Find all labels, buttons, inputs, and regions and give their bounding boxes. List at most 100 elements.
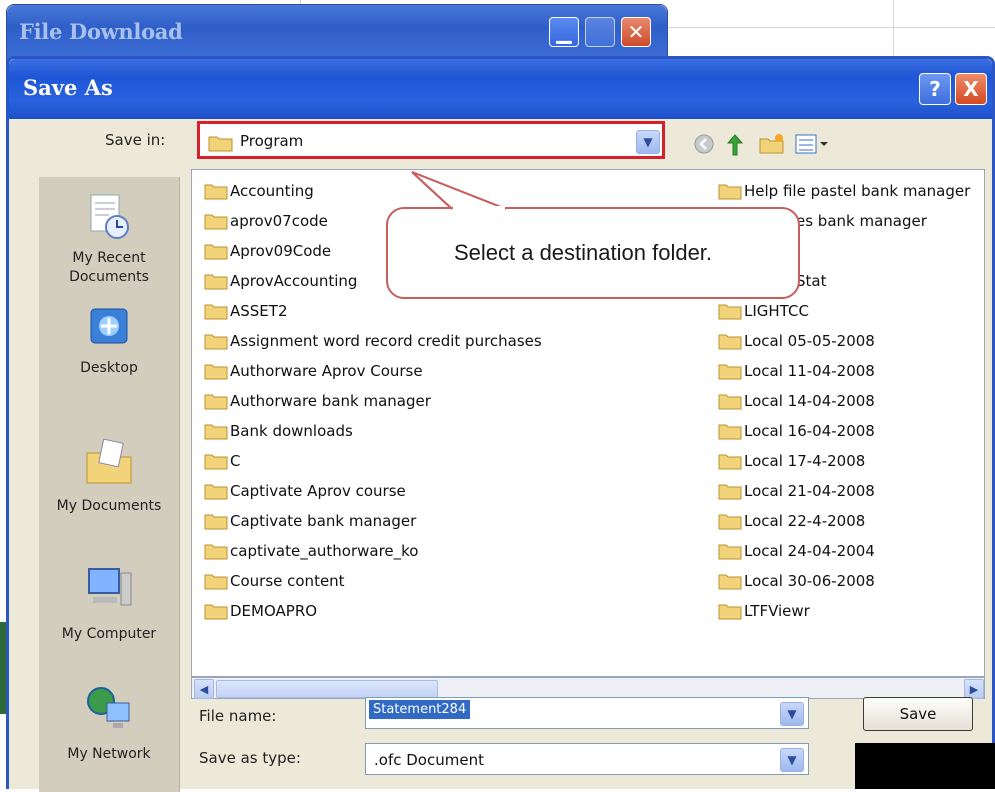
folder-icon <box>718 514 742 530</box>
folder-item[interactable]: Aprov09Code <box>204 237 331 265</box>
new-folder-icon[interactable] <box>759 133 785 155</box>
grid-line <box>893 0 894 56</box>
chevron-down-icon[interactable]: ▼ <box>636 130 660 154</box>
horizontal-scrollbar[interactable]: ◀ ▶ <box>191 677 985 699</box>
folder-icon <box>204 484 228 500</box>
folder-name: Bank downloads <box>230 422 353 440</box>
my-computer-icon <box>88 568 132 606</box>
folder-item[interactable]: LIGHTCC <box>718 297 809 325</box>
folder-item[interactable]: Assignment word record credit purchases <box>204 327 542 355</box>
folder-item[interactable]: es bank manager <box>796 207 927 235</box>
scroll-thumb[interactable] <box>216 680 438 698</box>
folder-item[interactable]: Local 22-4-2008 <box>718 507 865 535</box>
folder-name: Course content <box>230 572 345 590</box>
folder-item[interactable]: Captivate bank manager <box>204 507 416 535</box>
folder-icon <box>718 604 742 620</box>
up-folder-icon[interactable] <box>723 133 747 157</box>
back-icon[interactable] <box>693 133 715 155</box>
folder-item[interactable]: AprovAccounting <box>204 267 357 295</box>
folder-icon <box>718 364 742 380</box>
folder-name: DEMOAPRO <box>230 602 318 620</box>
folder-icon <box>718 574 742 590</box>
maximize-button[interactable] <box>585 17 615 47</box>
folder-item[interactable]: DEMOAPRO <box>204 597 317 625</box>
my-network-icon <box>87 687 130 728</box>
folder-item[interactable]: aprov07code <box>204 207 328 235</box>
folder-item[interactable]: ASSET2 <box>204 297 288 325</box>
folder-name: aprov07code <box>230 212 328 230</box>
save-as-type-value: .ofc Document <box>374 751 484 769</box>
folder-name: Assignment word record credit purchases <box>230 332 542 350</box>
folder-item[interactable]: Local 24-04-2004 <box>718 537 875 565</box>
minimize-icon: ▁ <box>556 20 572 44</box>
folder-item[interactable]: Authorware Aprov Course <box>204 357 423 385</box>
save-button-label: Save <box>899 705 937 723</box>
file-name-field[interactable]: Statement284 ▼ <box>365 697 809 729</box>
save-as-dialog: Save As ? X Save in: Program ▼ My Recent… <box>6 56 995 792</box>
folder-icon <box>208 136 233 152</box>
folder-name: C <box>230 452 241 470</box>
chevron-down-icon[interactable]: ▼ <box>780 748 804 772</box>
folder-item[interactable]: Local 16-04-2008 <box>718 417 875 445</box>
folder-name: LTFViewr <box>744 602 810 620</box>
folder-item[interactable]: Help file pastel bank manager <box>718 177 970 205</box>
grid-line <box>666 27 995 28</box>
save-in-label: Save in: <box>105 131 166 149</box>
folder-item[interactable]: Local 14-04-2008 <box>718 387 875 415</box>
views-menu-icon[interactable] <box>795 133 829 155</box>
folder-item[interactable]: LTFViewr <box>718 597 810 625</box>
folder-icon <box>204 574 228 590</box>
folder-item[interactable]: Authorware bank manager <box>204 387 431 415</box>
folder-icon <box>718 424 742 440</box>
folder-name: Authorware bank manager <box>230 392 431 410</box>
place-my-documents[interactable]: My Documents <box>39 435 179 516</box>
folder-item[interactable]: Local 17-4-2008 <box>718 447 865 475</box>
folder-name: Local 14-04-2008 <box>744 392 875 410</box>
folder-icon <box>204 274 228 290</box>
minimize-button[interactable]: ▁ <box>549 17 579 47</box>
folder-item[interactable]: Accounting <box>204 177 314 205</box>
folder-icon <box>718 334 742 350</box>
folder-item[interactable]: Bank downloads <box>204 417 353 445</box>
folder-icon <box>718 184 742 200</box>
folder-item[interactable]: Local 30-06-2008 <box>718 567 875 595</box>
close-icon: ✕ <box>627 20 645 44</box>
save-in-dropdown[interactable]: Program ▼ <box>197 121 665 159</box>
place-my-computer[interactable]: My Computer <box>39 563 179 644</box>
folder-name: Stat <box>796 272 827 290</box>
save-as-titlebar: Save As ? X <box>9 59 992 119</box>
folder-item[interactable]: C <box>204 447 240 475</box>
file-download-close-button[interactable]: ✕ <box>621 17 651 47</box>
folder-icon <box>718 394 742 410</box>
folder-item[interactable]: Captivate Aprov course <box>204 477 406 505</box>
place-recent-documents[interactable]: My Recent Documents <box>39 191 179 287</box>
place-desktop[interactable]: Desktop <box>39 305 179 378</box>
close-button[interactable]: X <box>955 73 987 105</box>
chevron-down-icon[interactable]: ▼ <box>780 702 804 726</box>
folder-name: AprovAccounting <box>230 272 358 290</box>
scroll-left-icon[interactable]: ◀ <box>194 679 214 699</box>
redaction-block <box>855 743 995 789</box>
file-download-titlebar: File Download ▁ ✕ <box>7 5 667 61</box>
help-button[interactable]: ? <box>919 73 951 105</box>
folder-item[interactable]: Stat <box>796 267 826 295</box>
save-as-type-dropdown[interactable]: .ofc Document ▼ <box>365 743 809 775</box>
folder-item[interactable]: Local 11-04-2008 <box>718 357 875 385</box>
places-bar: My Recent Documents Desktop My Documents… <box>39 177 180 792</box>
folder-icon <box>204 184 228 200</box>
save-button[interactable]: Save <box>863 697 973 731</box>
folder-item[interactable]: Local 21-04-2008 <box>718 477 875 505</box>
folder-icon <box>204 364 228 380</box>
folder-name: Local 21-04-2008 <box>744 482 875 500</box>
place-label: My Documents <box>56 498 162 514</box>
folder-item[interactable]: Course content <box>204 567 345 595</box>
place-label: My Recent Documents <box>69 250 149 285</box>
folder-item[interactable]: Local 05-05-2008 <box>718 327 875 355</box>
place-label: Desktop <box>80 360 138 376</box>
place-my-network[interactable]: My Network <box>39 683 179 764</box>
file-name-label: File name: <box>199 707 277 725</box>
folder-name: ASSET2 <box>230 302 288 320</box>
folder-name: LIGHTCC <box>744 302 809 320</box>
folder-item[interactable]: captivate_authorware_ko <box>204 537 418 565</box>
scroll-right-icon[interactable]: ▶ <box>964 679 984 699</box>
